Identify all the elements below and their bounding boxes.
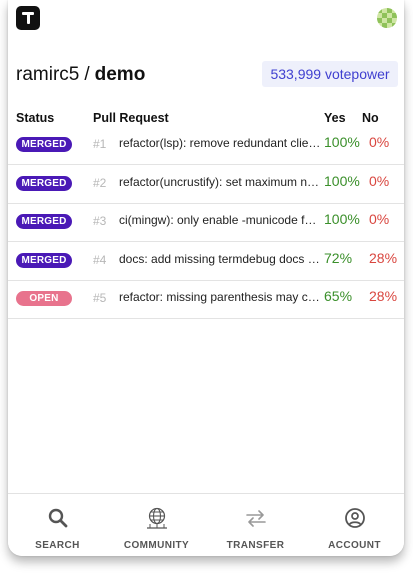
no-percent: 28% bbox=[369, 288, 398, 304]
column-header-status: Status bbox=[16, 111, 55, 125]
repo-name[interactable]: demo bbox=[95, 64, 146, 85]
yes-percent: 65% bbox=[324, 288, 353, 304]
pr-number: #1 bbox=[93, 137, 107, 151]
user-avatar[interactable] bbox=[377, 8, 397, 28]
transfer-icon bbox=[246, 510, 266, 527]
bottom-navigation: SEARCH COMMUNITY TRANSFER ACCOUNT bbox=[8, 493, 404, 556]
pr-number: #5 bbox=[93, 291, 107, 305]
pr-title[interactable]: refactor(lsp): remove redundant clie… bbox=[119, 136, 323, 150]
yes-percent: 100% bbox=[324, 173, 360, 189]
app-logo[interactable] bbox=[16, 6, 40, 30]
column-header-no: No bbox=[362, 111, 379, 125]
status-badge: OPEN bbox=[16, 291, 72, 306]
pr-title[interactable]: refactor(uncrustify): set maximum n… bbox=[119, 175, 323, 189]
status-badge: MERGED bbox=[16, 214, 72, 229]
no-percent: 0% bbox=[369, 211, 390, 227]
pr-title[interactable]: docs: add missing termdebug docs … bbox=[119, 252, 323, 266]
repo-separator: / bbox=[84, 64, 90, 85]
account-icon bbox=[345, 508, 365, 528]
nav-transfer[interactable]: TRANSFER bbox=[206, 494, 305, 556]
nav-account[interactable]: ACCOUNT bbox=[305, 494, 404, 556]
pull-request-row[interactable]: OPEN #5 refactor: missing parenthesis ma… bbox=[8, 280, 404, 319]
pull-request-row[interactable]: MERGED #4 docs: add missing termdebug do… bbox=[8, 242, 404, 281]
pull-request-row[interactable]: MERGED #1 refactor(lsp): remove redundan… bbox=[8, 126, 404, 165]
pr-number: #3 bbox=[93, 214, 107, 228]
pull-request-row[interactable]: MERGED #3 ci(mingw): only enable -munico… bbox=[8, 203, 404, 242]
votepower-badge: 533,999 votepower bbox=[262, 61, 398, 87]
nav-label-search: SEARCH bbox=[35, 540, 80, 551]
nav-search[interactable]: SEARCH bbox=[8, 494, 107, 556]
no-percent: 28% bbox=[369, 250, 398, 266]
pr-number: #2 bbox=[93, 176, 107, 190]
no-percent: 0% bbox=[369, 134, 390, 150]
pr-title[interactable]: ci(mingw): only enable -municode f… bbox=[119, 213, 323, 227]
yes-percent: 100% bbox=[324, 134, 360, 150]
app-frame: ramirc5/demo 533,999 votepower Status Pu… bbox=[8, 0, 404, 556]
nav-community[interactable]: COMMUNITY bbox=[107, 494, 206, 556]
repo-owner[interactable]: ramirc5 bbox=[16, 64, 79, 85]
status-badge: MERGED bbox=[16, 253, 72, 268]
community-icon bbox=[147, 507, 167, 529]
nav-label-account: ACCOUNT bbox=[328, 540, 381, 551]
nav-label-community: COMMUNITY bbox=[123, 540, 190, 551]
yes-percent: 100% bbox=[324, 211, 360, 227]
search-icon bbox=[48, 508, 68, 528]
no-percent: 0% bbox=[369, 173, 390, 189]
pr-title[interactable]: refactor: missing parenthesis may c… bbox=[119, 290, 323, 304]
yes-percent: 72% bbox=[324, 250, 353, 266]
column-header-pull-request: Pull Request bbox=[93, 111, 169, 125]
top-bar bbox=[8, 0, 404, 40]
column-header-yes: Yes bbox=[324, 111, 346, 125]
nav-label-transfer: TRANSFER bbox=[226, 540, 285, 551]
pull-request-row[interactable]: MERGED #2 refactor(uncrustify): set maxi… bbox=[8, 165, 404, 204]
status-badge: MERGED bbox=[16, 176, 72, 191]
status-badge: MERGED bbox=[16, 137, 72, 152]
pr-number: #4 bbox=[93, 253, 107, 267]
repo-title: ramirc5/demo bbox=[16, 64, 145, 86]
